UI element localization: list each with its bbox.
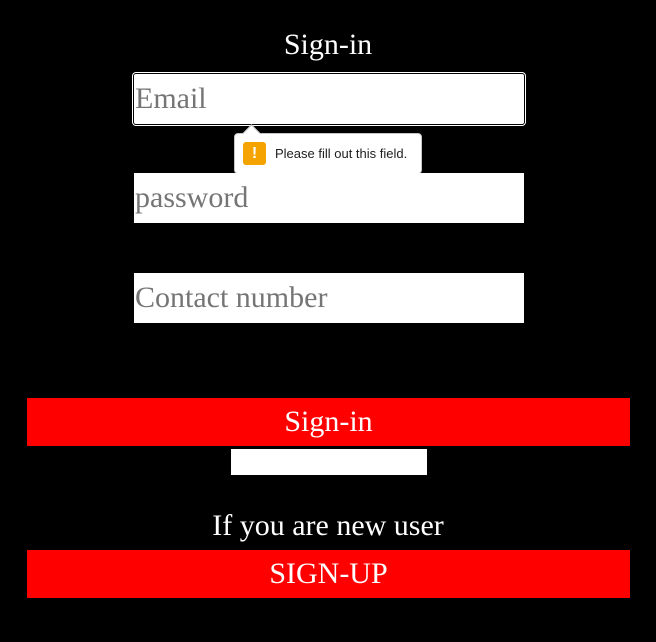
email-field[interactable] bbox=[134, 74, 524, 124]
sign-in-button[interactable]: Sign-in bbox=[27, 398, 630, 446]
warning-icon: ! bbox=[243, 142, 266, 165]
tooltip-arrow bbox=[242, 124, 261, 143]
new-user-text: If you are new user bbox=[212, 509, 444, 542]
sign-up-button[interactable]: SIGN-UP bbox=[27, 550, 630, 598]
page-title: Sign-in bbox=[283, 28, 373, 61]
blank-element bbox=[231, 449, 427, 475]
contact-number-field[interactable] bbox=[134, 273, 524, 323]
password-field[interactable] bbox=[134, 173, 524, 223]
validation-message: Please fill out this field. bbox=[275, 146, 408, 161]
validation-tooltip: ! Please fill out this field. bbox=[234, 124, 422, 174]
